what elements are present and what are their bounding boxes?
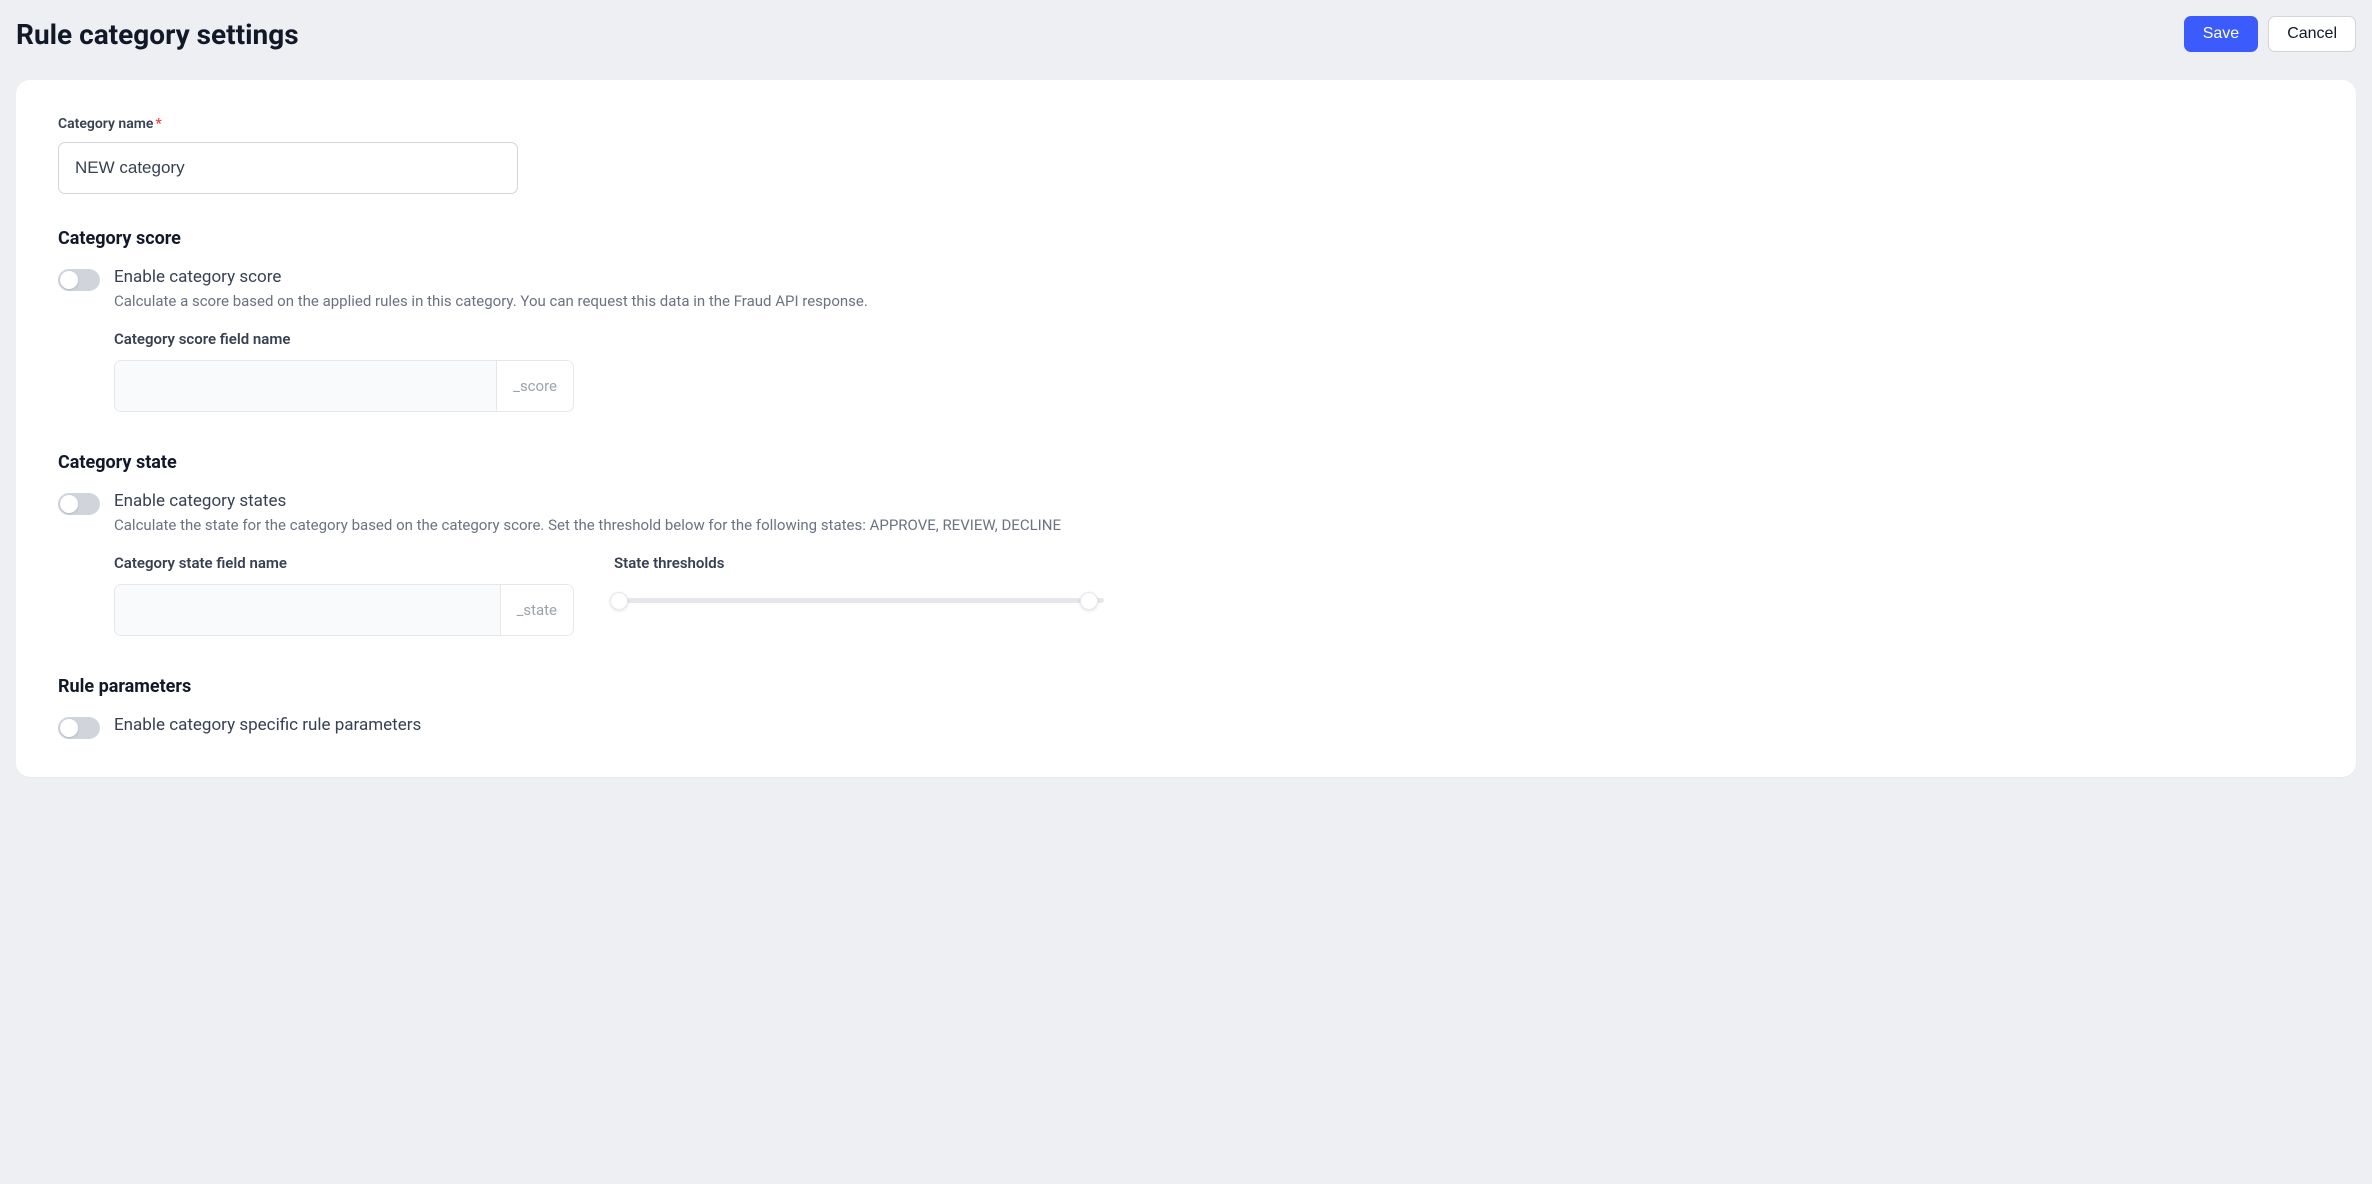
enable-state-label: Enable category states — [114, 491, 2314, 511]
rule-parameters-toggle-row: Enable category specific rule parameters — [58, 715, 2314, 739]
rule-parameters-heading: Rule parameters — [58, 676, 2314, 697]
state-thresholds-slider[interactable] — [614, 598, 1104, 603]
state-field-name-wrapper: _state — [114, 584, 574, 636]
category-state-subsection: Category state field name _state State t… — [58, 554, 2314, 636]
state-thresholds-group: State thresholds — [614, 554, 1104, 603]
header-actions: Save Cancel — [2184, 16, 2356, 52]
category-state-toggle-text: Enable category states Calculate the sta… — [114, 491, 2314, 536]
save-button[interactable]: Save — [2184, 16, 2258, 52]
enable-category-state-toggle[interactable] — [58, 493, 100, 515]
score-suffix-addon: _score — [496, 361, 573, 411]
page-header: Rule category settings Save Cancel — [16, 16, 2356, 52]
score-field-name-input[interactable] — [115, 361, 496, 411]
state-thresholds-label: State thresholds — [614, 554, 1104, 572]
score-field-name-wrapper: _score — [114, 360, 574, 412]
cancel-button[interactable]: Cancel — [2268, 16, 2356, 52]
page-title: Rule category settings — [16, 18, 299, 51]
settings-card: Category name* Category score Enable cat… — [16, 80, 2356, 777]
required-mark: * — [155, 116, 161, 132]
category-score-heading: Category score — [58, 228, 2314, 249]
toggle-thumb — [60, 271, 78, 289]
category-score-subsection: Category score field name _score — [58, 330, 2314, 412]
enable-category-score-toggle[interactable] — [58, 269, 100, 291]
category-state-heading: Category state — [58, 452, 2314, 473]
enable-state-description: Calculate the state for the category bas… — [114, 515, 2314, 536]
slider-thumb-low[interactable] — [610, 592, 628, 610]
enable-score-description: Calculate a score based on the applied r… — [114, 291, 2314, 312]
enable-rule-parameters-toggle[interactable] — [58, 717, 100, 739]
state-field-name-label: Category state field name — [114, 554, 574, 572]
state-suffix-addon: _state — [500, 585, 573, 635]
category-name-input[interactable] — [58, 142, 518, 194]
category-state-toggle-row: Enable category states Calculate the sta… — [58, 491, 2314, 536]
rule-parameters-toggle-text: Enable category specific rule parameters — [114, 715, 2314, 739]
score-field-name-label: Category score field name — [114, 330, 574, 348]
slider-thumb-high[interactable] — [1080, 592, 1098, 610]
toggle-thumb — [60, 719, 78, 737]
state-field-name-input[interactable] — [115, 585, 500, 635]
slider-track — [614, 598, 1104, 603]
enable-score-label: Enable category score — [114, 267, 2314, 287]
state-field-name-group: Category state field name _state — [114, 554, 574, 636]
category-name-label: Category name* — [58, 116, 2314, 132]
category-name-label-text: Category name — [58, 116, 153, 132]
category-score-toggle-row: Enable category score Calculate a score … — [58, 267, 2314, 312]
score-field-name-group: Category score field name _score — [114, 330, 574, 412]
category-name-group: Category name* — [58, 116, 2314, 194]
toggle-thumb — [60, 495, 78, 513]
enable-rule-parameters-label: Enable category specific rule parameters — [114, 715, 2314, 735]
category-score-toggle-text: Enable category score Calculate a score … — [114, 267, 2314, 312]
